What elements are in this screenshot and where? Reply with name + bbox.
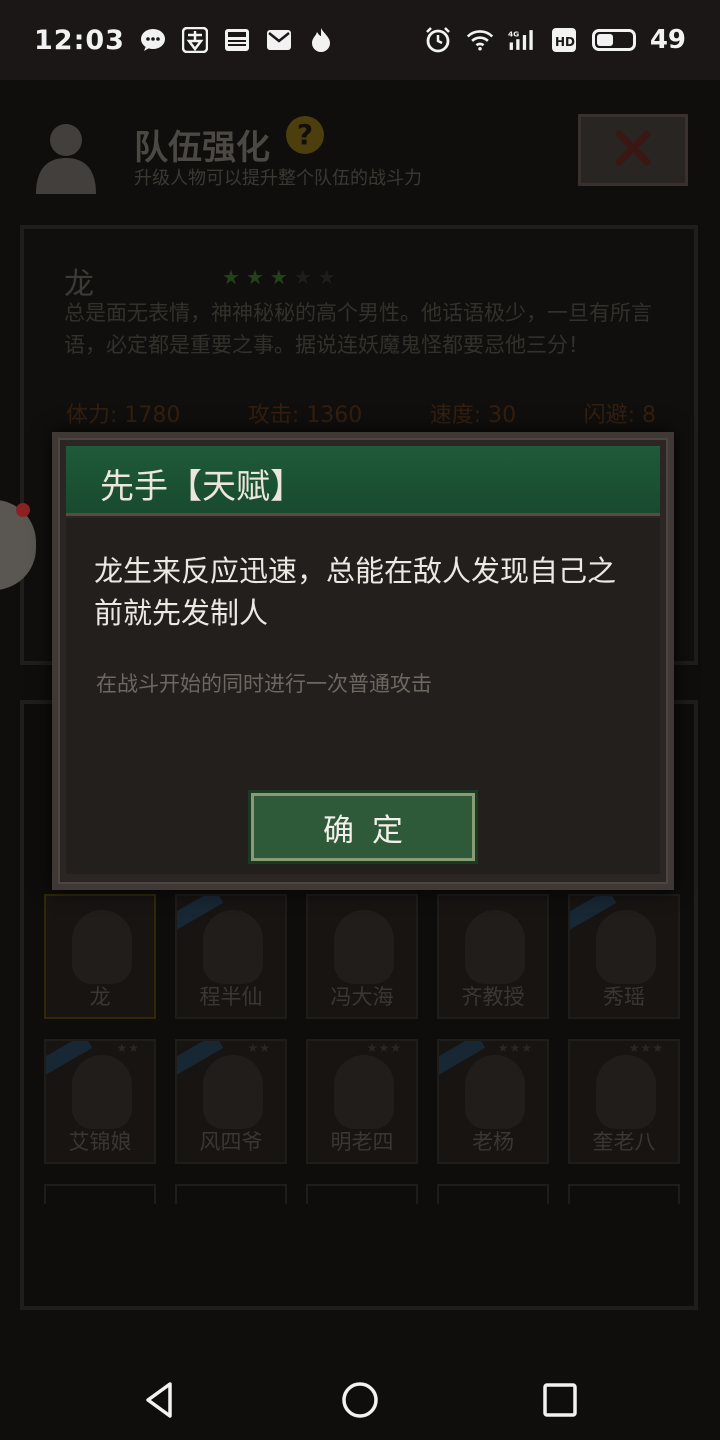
hd-icon: HD (550, 26, 578, 54)
recents-square-icon[interactable] (534, 1374, 586, 1426)
system-icons: 4G HD 49 (424, 25, 686, 55)
wifi-icon (466, 26, 494, 54)
battery-icon (591, 29, 636, 51)
signal-4g-icon: 4G (508, 26, 536, 54)
talent-dialog-title: 先手【天赋】 (100, 467, 304, 507)
status-bar: 12:03 4G HD 49 (0, 0, 720, 80)
navigation-bar (0, 1360, 720, 1440)
alarm-icon (424, 26, 452, 54)
notification-icons (139, 26, 335, 54)
notification-dot (16, 503, 30, 517)
confirm-button[interactable]: 确定 (248, 790, 478, 864)
flame-icon (307, 26, 335, 54)
talent-dialog-header: 先手【天赋】 (66, 446, 660, 516)
mai-app-icon (181, 26, 209, 54)
battery-percent: 49 (649, 25, 686, 55)
svg-text:HD: HD (555, 35, 575, 49)
talent-description: 龙生来反应迅速，总能在敌人发现自己之前就先发制人 (94, 554, 617, 630)
svg-text:4G: 4G (508, 30, 519, 39)
mail-icon (265, 26, 293, 54)
chat-bubble-icon (139, 26, 167, 54)
news-icon (223, 26, 251, 54)
confirm-button-label: 确定 (323, 812, 421, 849)
talent-dialog: 先手【天赋】 龙生来反应迅速，总能在敌人发现自己之前就先发制人 在战斗开始的同时… (52, 432, 674, 890)
status-time: 12:03 (34, 24, 125, 56)
battery-fill (596, 34, 614, 46)
talent-effect: 在战斗开始的同时进行一次普通攻击 (96, 672, 432, 696)
talent-dialog-body: 龙生来反应迅速，总能在敌人发现自己之前就先发制人 在战斗开始的同时进行一次普通攻… (66, 518, 660, 874)
home-circle-icon[interactable] (334, 1374, 386, 1426)
back-triangle-icon[interactable] (134, 1374, 186, 1426)
